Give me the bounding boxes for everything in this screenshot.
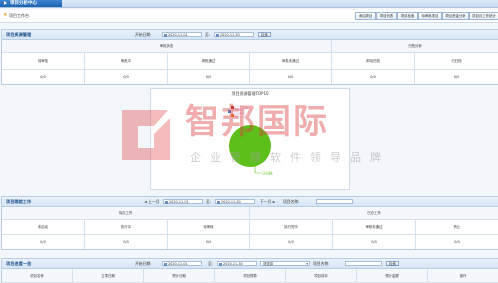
- tracking-panel-title: 项目跟踪工作: [6, 199, 32, 204]
- p3-to-label: 至:: [208, 261, 214, 266]
- prev-month-link[interactable]: ◄ 上一月: [144, 197, 160, 206]
- th-expected-date: 预计日期: [144, 269, 215, 283]
- col-running: 执行中: [85, 220, 168, 235]
- next-month-link[interactable]: 下一月 ►: [260, 197, 276, 206]
- toolbar: ★ 项目工作台 添加项目 项目列表 项目检索 待审批项目 项目资金分析 项目月工…: [0, 10, 498, 23]
- workspace-title: 项目工作台: [9, 13, 29, 18]
- th-actions: 操作: [428, 269, 498, 283]
- p3-search-button[interactable]: 检索: [386, 261, 399, 266]
- status-select-value: 请选择: [263, 262, 274, 266]
- zhibang-logo-watermark: [122, 110, 170, 160]
- p3-start-label: 开始日期:: [135, 261, 152, 266]
- col-in-approval: 审批中: [85, 53, 168, 70]
- col-terminated: 终止: [416, 220, 498, 235]
- watermark-slogan: 企业管理软件领导品牌: [190, 151, 390, 164]
- todo-group: 待办工作: [2, 207, 250, 220]
- resource-panel-title: 项目资源管理: [6, 32, 32, 37]
- val-finished[interactable]: 0/0: [250, 235, 333, 249]
- approval-status-group: 审批状态: [2, 40, 332, 53]
- resource-panel: 项目资源管理 开始日期: 2020-11-01 至: 2020-11-30 检索…: [1, 29, 498, 85]
- val-review-failed[interactable]: 0/0: [333, 235, 416, 249]
- project-name-label: 项目名称:: [283, 199, 300, 204]
- done-group: 已办工作: [250, 207, 498, 220]
- p3-name-input[interactable]: [345, 261, 382, 266]
- status-select[interactable]: 请选择 ▾: [260, 261, 310, 266]
- fund-analysis-button[interactable]: 项目资金分析: [442, 12, 469, 20]
- col-to-review: 待审核: [168, 220, 250, 235]
- slice-leader-line: [254, 165, 261, 174]
- th-project-name: 项目名称: [2, 269, 73, 283]
- track-end-date-input[interactable]: 2020-11-30: [215, 199, 255, 204]
- col-archived: 已归档: [415, 53, 498, 70]
- col-rejected: 审批未通过: [250, 53, 332, 70]
- tab-label: 项目分析中心: [10, 1, 37, 6]
- track-start-date-input[interactable]: 2020-11-01: [163, 199, 203, 204]
- tracking-panel-header: 项目跟踪工作 ◄ 上一月 2020-11-01 至: 2020-11-30 下一…: [2, 197, 498, 207]
- start-date-label: 开始日期:: [135, 32, 152, 37]
- track-end-date-value: 2020-11-30: [221, 200, 241, 204]
- add-project-button[interactable]: 添加项目: [355, 12, 376, 20]
- calendar-icon: [163, 262, 167, 266]
- th-start-date: 立项日期: [73, 269, 144, 283]
- col-to-archive: 即将归档: [332, 53, 415, 70]
- end-date-input[interactable]: 2020-11-30: [214, 32, 254, 37]
- next-month-label: 下一月: [260, 199, 272, 204]
- end-date-value: 2020-11-30: [220, 33, 240, 37]
- p3-start-date-value: 2020-11-01: [168, 262, 188, 266]
- project-list-button[interactable]: 项目列表: [376, 12, 397, 20]
- start-date-value: 2020-11-01: [168, 33, 188, 37]
- progress-panel: 项目进度一览 开始日期: 2020-11-01 至: 2020-11-30 请选…: [1, 258, 498, 283]
- progress-panel-title: 项目进度一览: [6, 261, 32, 266]
- track-to-label: 至:: [206, 199, 212, 204]
- calendar-icon: [163, 33, 167, 37]
- th-budget: 项目预算: [215, 269, 286, 283]
- tab-project-analysis[interactable]: 项目分析中心: [0, 0, 62, 7]
- prev-month-label: 上一月: [148, 199, 160, 204]
- val-running[interactable]: 0/0: [85, 235, 168, 249]
- val-pending[interactable]: 0/0: [2, 70, 85, 84]
- val-rejected[interactable]: 0/0: [250, 70, 332, 84]
- project-search-button[interactable]: 项目检索: [397, 12, 418, 20]
- p3-end-date-value: 2020-11-30: [223, 262, 243, 266]
- calendar-icon: [215, 33, 219, 37]
- col-approved: 审批通过: [168, 53, 250, 70]
- window-titlebar: 项目分析中心: [0, 0, 498, 8]
- val-terminated[interactable]: 0/0: [416, 235, 498, 249]
- star-icon: ★: [3, 12, 8, 18]
- val-in-approval[interactable]: 0/0: [85, 70, 168, 84]
- slice-label-archived: 已归档: [262, 171, 273, 176]
- monthly-stats-button[interactable]: 项目月工作统计: [469, 12, 498, 20]
- val-approved[interactable]: 0/0: [168, 70, 250, 84]
- project-name-input[interactable]: [316, 199, 353, 204]
- val-to-archive[interactable]: 0/0: [332, 70, 415, 84]
- start-date-input[interactable]: 2020-11-01: [162, 32, 202, 37]
- watermark-brand: 智邦国际: [185, 102, 329, 142]
- val-not-started[interactable]: 0/0: [2, 235, 85, 249]
- to-label: 至:: [205, 32, 211, 37]
- progress-panel-header: 项目进度一览 开始日期: 2020-11-01 至: 2020-11-30 请选…: [2, 259, 498, 269]
- tracking-panel: 项目跟踪工作 ◄ 上一月 2020-11-01 至: 2020-11-30 下一…: [1, 196, 498, 250]
- p3-name-label: 项目名称:: [313, 261, 330, 266]
- val-to-review[interactable]: 0/0: [168, 235, 250, 249]
- play-arrow-icon: [4, 0, 7, 5]
- calendar-icon: [216, 200, 220, 204]
- col-pending: 待审批: [2, 53, 85, 70]
- col-review-failed: 审核未通过: [333, 220, 416, 235]
- track-start-date-value: 2020-11-01: [169, 200, 189, 204]
- col-finished: 执行完毕: [250, 220, 333, 235]
- p3-start-date-input[interactable]: 2020-11-01: [162, 261, 202, 266]
- th-cost: 项目成本: [286, 269, 357, 283]
- p3-end-date-input[interactable]: 2020-11-30: [217, 261, 257, 266]
- chevron-down-icon: ▾: [306, 262, 308, 266]
- chart-title: 项目资源管理TOP10: [231, 90, 269, 96]
- search-button[interactable]: 检索: [258, 32, 271, 37]
- archive-analysis-group: 归档分析: [332, 40, 498, 53]
- resource-panel-header: 项目资源管理 开始日期: 2020-11-01 至: 2020-11-30 检索: [2, 30, 498, 40]
- val-archived[interactable]: 0/0: [415, 70, 498, 84]
- th-expected-amount: 预计金额: [357, 269, 428, 283]
- calendar-icon: [218, 262, 222, 266]
- calendar-icon: [164, 200, 168, 204]
- col-not-started: 未启动: [2, 220, 85, 235]
- pending-approval-button[interactable]: 待审批项目: [418, 12, 442, 20]
